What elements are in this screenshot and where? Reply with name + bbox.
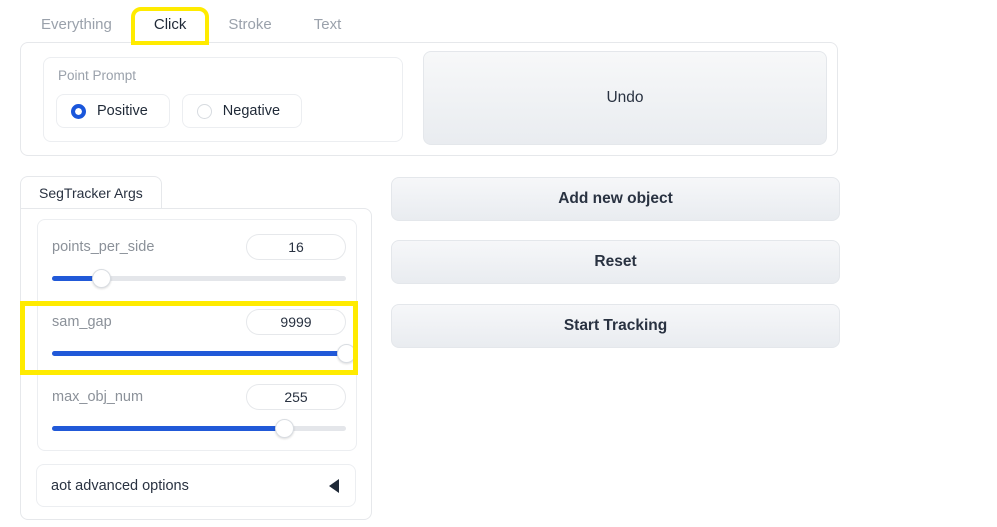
slider-points-per-side-thumb[interactable] xyxy=(92,269,112,288)
reset-button[interactable]: Reset xyxy=(391,240,840,284)
slider-fill xyxy=(52,426,285,431)
slider-max-obj-num-track[interactable] xyxy=(52,419,346,438)
click-tab-panel: Point Prompt Positive Negative Undo xyxy=(20,42,838,156)
point-prompt-radio-group: Positive Negative xyxy=(56,94,303,128)
slider-points-per-side: points_per_side 16 xyxy=(52,234,346,296)
slider-sam-gap-label: sam_gap xyxy=(52,314,112,330)
radio-negative-label: Negative xyxy=(222,103,281,119)
tab-text[interactable]: Text xyxy=(293,9,363,43)
slider-max-obj-num-value[interactable]: 255 xyxy=(246,384,346,410)
slider-points-per-side-value[interactable]: 16 xyxy=(246,234,346,260)
undo-button[interactable]: Undo xyxy=(423,51,827,145)
triangle-left-icon xyxy=(329,478,339,493)
tab-stroke[interactable]: Stroke xyxy=(207,9,292,43)
aot-advanced-options-accordion[interactable]: aot advanced options xyxy=(36,464,356,507)
slider-fill xyxy=(52,351,346,356)
radio-negative[interactable]: Negative xyxy=(181,94,303,128)
slider-max-obj-num-label: max_obj_num xyxy=(52,389,144,405)
segtracker-tab-bar: SegTracker Args xyxy=(20,176,162,210)
add-new-object-button[interactable]: Add new object xyxy=(391,177,840,221)
start-tracking-button[interactable]: Start Tracking xyxy=(391,304,840,348)
slider-sam-gap-thumb[interactable] xyxy=(336,344,356,363)
tab-everything[interactable]: Everything xyxy=(20,9,133,43)
tab-click[interactable]: Click xyxy=(130,7,210,45)
radio-selected-icon xyxy=(71,103,86,119)
start-tracking-label: Start Tracking xyxy=(563,317,668,334)
tab-text-label: Text xyxy=(313,16,342,33)
aot-advanced-options-label: aot advanced options xyxy=(51,477,189,494)
slider-max-obj-num-thumb[interactable] xyxy=(274,419,294,438)
slider-group: points_per_side 16 sam_gap 9999 max_obj_… xyxy=(37,219,357,451)
slider-points-per-side-track[interactable] xyxy=(52,269,346,288)
slider-sam-gap-value[interactable]: 9999 xyxy=(246,309,346,335)
tab-segtracker-args-label: SegTracker Args xyxy=(39,185,143,201)
mode-tab-bar: Everything Click Stroke Text xyxy=(20,7,840,45)
slider-sam-gap: sam_gap 9999 xyxy=(52,309,356,371)
tab-click-label: Click xyxy=(153,16,187,33)
point-prompt-group: Point Prompt Positive Negative xyxy=(43,57,403,142)
radio-unselected-icon xyxy=(196,103,212,119)
tab-everything-label: Everything xyxy=(41,16,112,33)
slider-sam-gap-track[interactable] xyxy=(52,344,356,363)
undo-button-label: Undo xyxy=(606,89,644,106)
app-root: Everything Click Stroke Text Point Promp… xyxy=(0,0,997,527)
slider-points-per-side-label: points_per_side xyxy=(52,239,155,255)
radio-positive-label: Positive xyxy=(97,103,148,119)
radio-positive[interactable]: Positive xyxy=(56,94,170,128)
point-prompt-label: Point Prompt xyxy=(58,68,137,83)
reset-label: Reset xyxy=(594,253,637,270)
tab-segtracker-args[interactable]: SegTracker Args xyxy=(20,176,162,210)
tab-stroke-label: Stroke xyxy=(228,16,272,33)
slider-max-obj-num: max_obj_num 255 xyxy=(52,384,346,446)
add-new-object-label: Add new object xyxy=(558,190,673,207)
